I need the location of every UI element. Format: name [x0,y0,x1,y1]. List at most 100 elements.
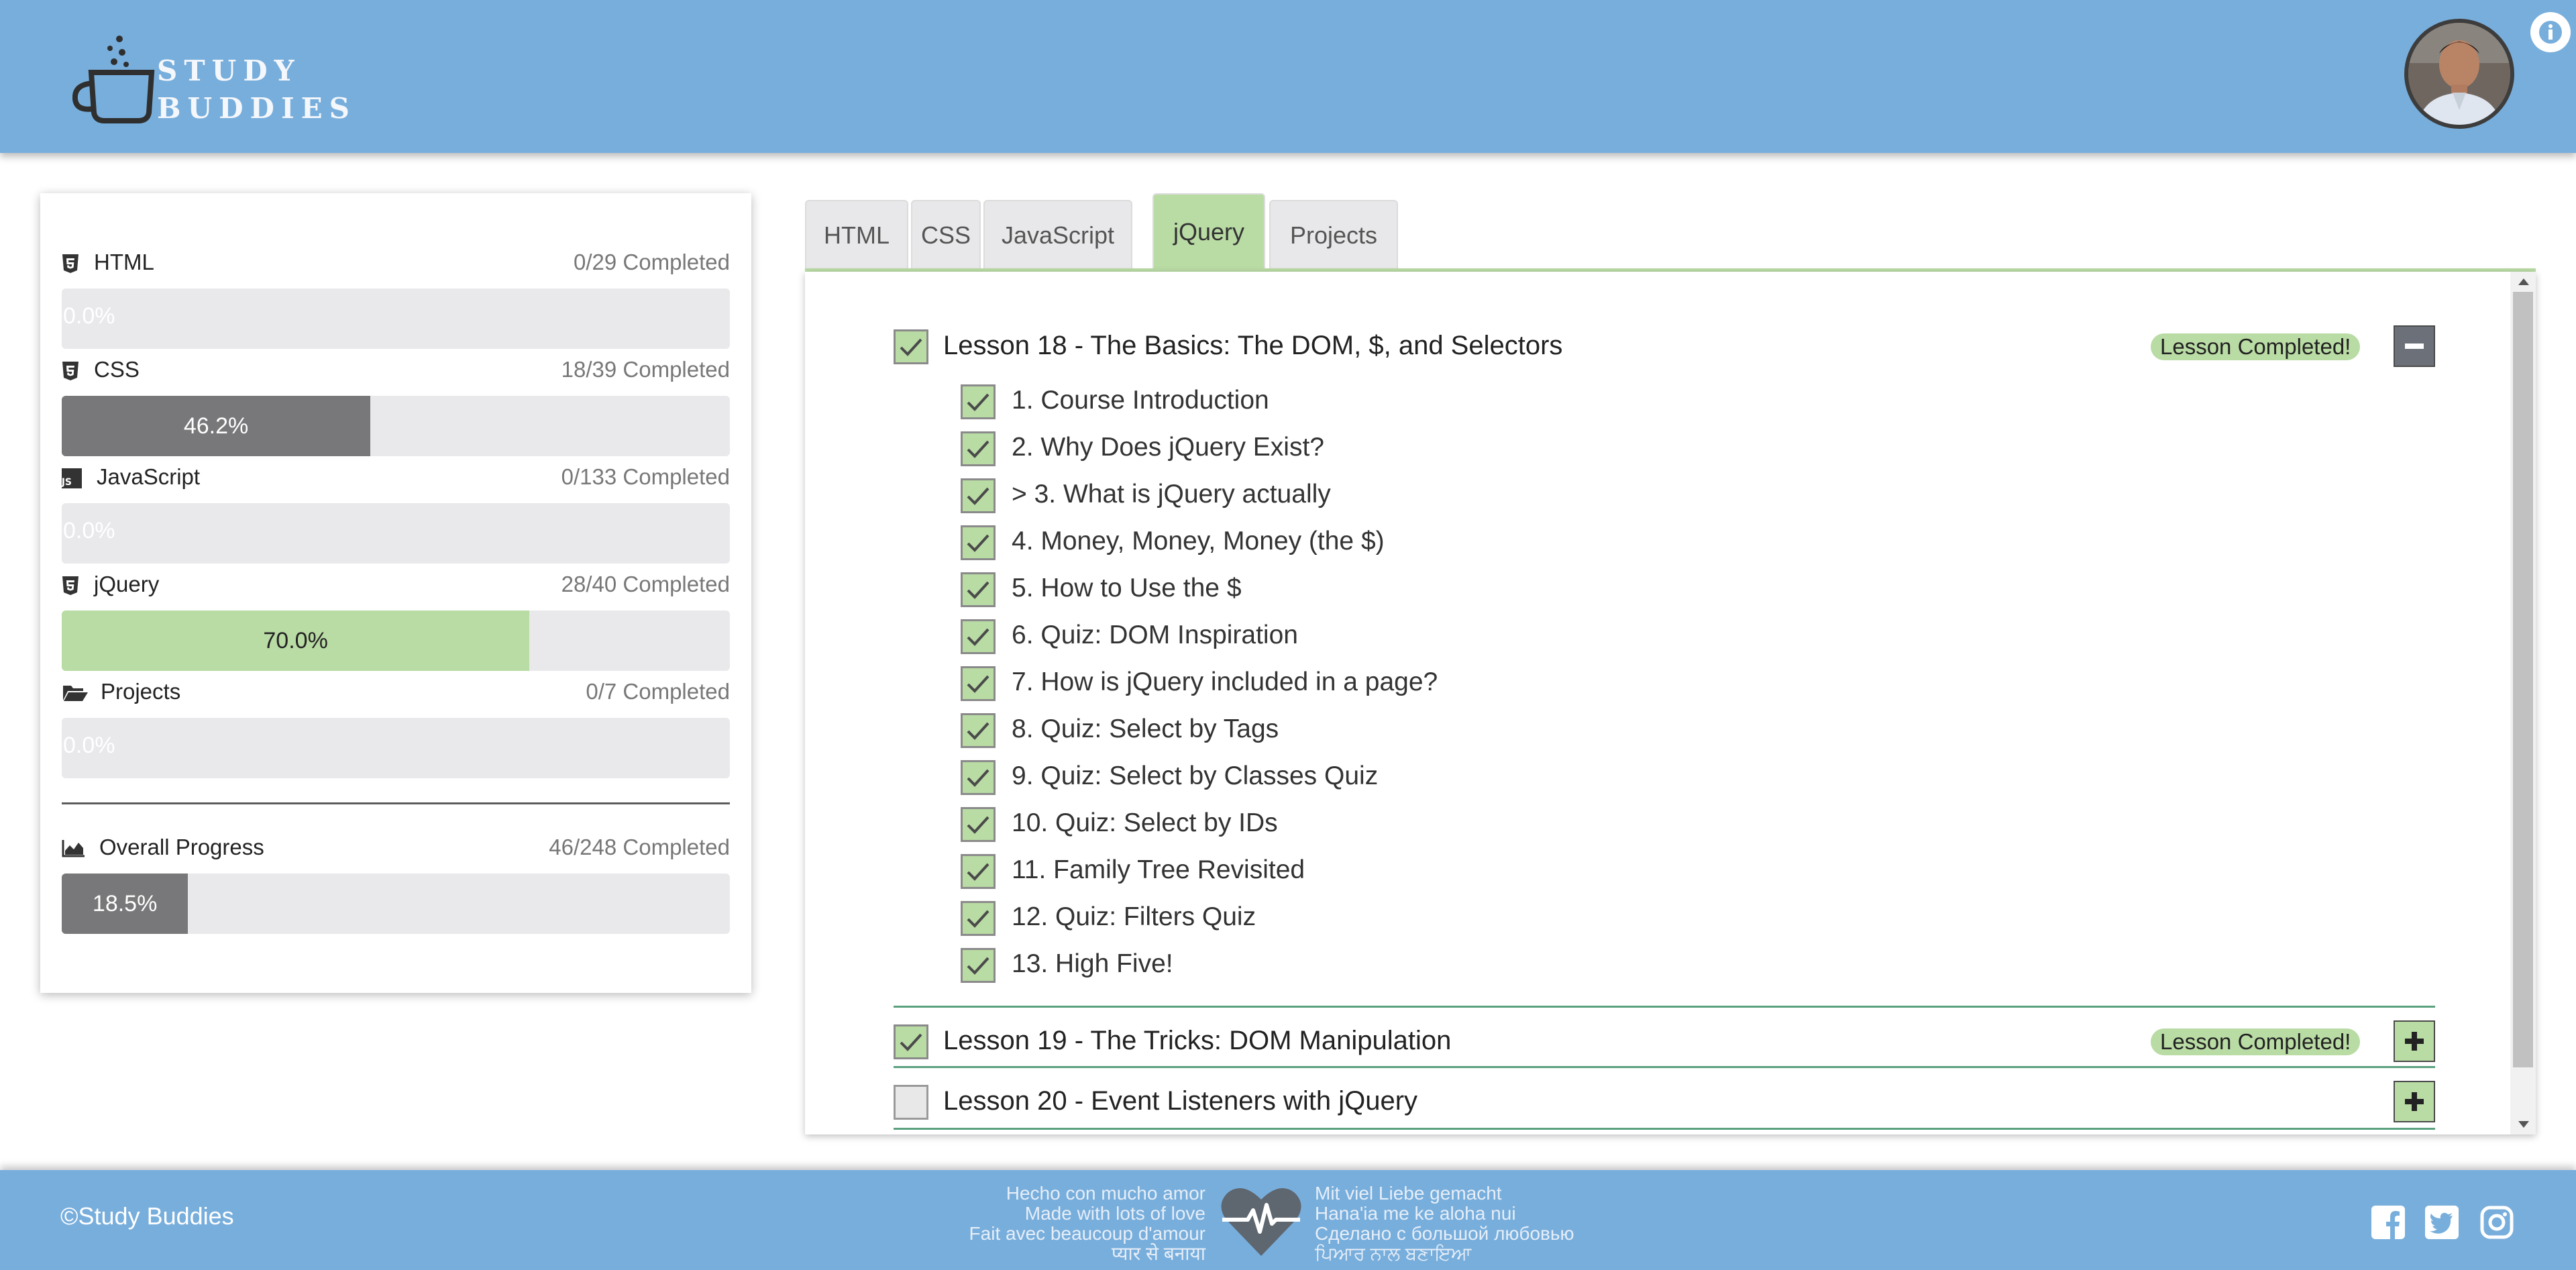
check-icon [967,957,989,975]
check-icon [967,487,989,505]
lesson-checkbox[interactable] [894,1085,928,1120]
course-name: Projects [101,679,181,704]
progress-bar: 18.5% [62,874,730,934]
course-count: 0/7 Completed [586,679,730,704]
progress-bar-label: 70.0% [263,627,328,653]
html5-icon [62,254,78,273]
lesson-item[interactable]: 10. Quiz: Select by IDs [1012,808,1278,838]
study-buddies-logo[interactable]: STUDY BUDDIES [72,32,350,126]
course-progress-jquery: jQuery 28/40 Completed 70.0% [62,570,730,671]
check-icon [900,1033,922,1051]
tab-jquery[interactable]: jQuery [1152,193,1265,270]
item-checkbox[interactable] [961,478,996,513]
course-name: JavaScript [97,464,201,489]
copyright-text: ©Study Buddies [60,1202,234,1230]
check-icon [967,769,989,787]
svg-text:JS: JS [62,477,72,488]
expand-lesson-button[interactable] [2394,1081,2435,1122]
lesson-title[interactable]: Lesson 20 - Event Listeners with jQuery [943,1086,1417,1116]
area-chart-icon [62,840,85,857]
collapse-lesson-button[interactable] [2394,325,2435,367]
course-count: 0/133 Completed [561,464,730,489]
check-icon [967,581,989,599]
progress-divider [62,802,730,804]
lesson-checkbox[interactable] [894,329,928,364]
lesson-separator [894,1006,2435,1008]
item-checkbox[interactable] [961,525,996,560]
user-avatar[interactable] [2404,19,2514,129]
course-name: jQuery [94,572,160,596]
overall-progress: Overall Progress 46/248 Completed 18.5% [62,833,730,934]
lesson-item[interactable]: 1. Course Introduction [1012,386,1269,415]
scrollbar-thumb[interactable] [2513,292,2533,1067]
avatar-photo [2408,23,2510,125]
lesson-item[interactable]: 13. High Five! [1012,949,1173,979]
folder-open-icon [63,686,88,701]
instagram-icon[interactable] [2479,1205,2514,1240]
course-progress-projects: Projects 0/7 Completed 0.0% [62,678,730,778]
lesson-item[interactable]: > 3. What is jQuery actually [1012,480,1331,509]
check-icon [900,338,922,356]
logo-line-1: STUDY [157,54,301,87]
item-checkbox[interactable] [961,619,996,654]
check-icon [967,816,989,834]
check-icon [967,722,989,740]
lesson-item[interactable]: 11. Family Tree Revisited [1012,855,1305,885]
info-button[interactable] [2530,12,2571,52]
lesson-item[interactable]: 2. Why Does jQuery Exist? [1012,433,1324,462]
heartbeat-icon [1221,1187,1301,1256]
lesson-title[interactable]: Lesson 19 - The Tricks: DOM Manipulation [943,1026,1451,1056]
facebook-icon[interactable] [2371,1205,2406,1240]
lesson-panel: Lesson 18 - The Basics: The DOM, $, and … [805,272,2536,1134]
tab-css[interactable]: CSS [911,200,981,270]
item-checkbox[interactable] [961,948,996,983]
course-name: Overall Progress [99,835,264,859]
lesson-item[interactable]: 5. How to Use the $ [1012,574,1242,603]
progress-bar-label: 18.5% [92,890,158,916]
lesson-item[interactable]: 4. Money, Money, Money (the $) [1012,527,1385,556]
progress-bar-fill: 46.2% [62,396,371,456]
lesson-title[interactable]: Lesson 18 - The Basics: The DOM, $, and … [943,331,1562,361]
plus-icon [2405,1092,2424,1111]
minus-icon [2405,343,2424,349]
course-name: CSS [94,357,140,382]
lesson-checkbox[interactable] [894,1024,928,1059]
tab-html[interactable]: HTML [805,200,908,270]
progress-bar-label: 0.0% [63,733,115,758]
item-checkbox[interactable] [961,572,996,607]
item-checkbox[interactable] [961,807,996,842]
item-checkbox[interactable] [961,666,996,701]
check-icon [967,675,989,693]
item-checkbox[interactable] [961,854,996,889]
scroll-up-arrow[interactable] [2518,278,2529,285]
item-checkbox[interactable] [961,431,996,466]
site-footer: ©Study Buddies Hecho con mucho amor Made… [0,1170,2576,1270]
lesson-item[interactable]: 7. How is jQuery included in a page? [1012,668,1438,697]
item-checkbox[interactable] [961,384,996,419]
logo-line-2: BUDDIES [157,92,356,125]
lesson-item[interactable]: 12. Quiz: Filters Quiz [1012,902,1256,932]
course-count: 46/248 Completed [549,835,730,859]
item-checkbox[interactable] [961,713,996,748]
lesson-completed-badge: Lesson Completed! [2151,1028,2361,1055]
progress-bar-label: 46.2% [183,413,249,439]
course-count: 28/40 Completed [561,572,730,596]
progress-bar-label: 0.0% [63,518,115,543]
check-icon [967,910,989,928]
tab-javascript[interactable]: JavaScript [983,200,1132,270]
lesson-item[interactable]: 9. Quiz: Select by Classes Quiz [1012,761,1378,791]
progress-bar: 0.0% [62,718,730,778]
progress-bar-label: 0.0% [63,303,115,329]
lesson-item[interactable]: 6. Quiz: DOM Inspiration [1012,621,1298,650]
item-checkbox[interactable] [961,901,996,936]
tab-projects[interactable]: Projects [1269,200,1398,270]
progress-bar: 46.2% [62,396,730,456]
expand-lesson-button[interactable] [2394,1020,2435,1062]
course-count: 18/39 Completed [561,357,730,382]
item-checkbox[interactable] [961,760,996,795]
scrollbar[interactable] [2510,272,2536,1134]
twitter-icon[interactable] [2424,1205,2459,1240]
course-progress-javascript: JS JavaScript 0/133 Completed 0.0% [62,463,730,564]
scroll-down-arrow[interactable] [2518,1121,2529,1128]
lesson-item[interactable]: 8. Quiz: Select by Tags [1012,715,1279,744]
